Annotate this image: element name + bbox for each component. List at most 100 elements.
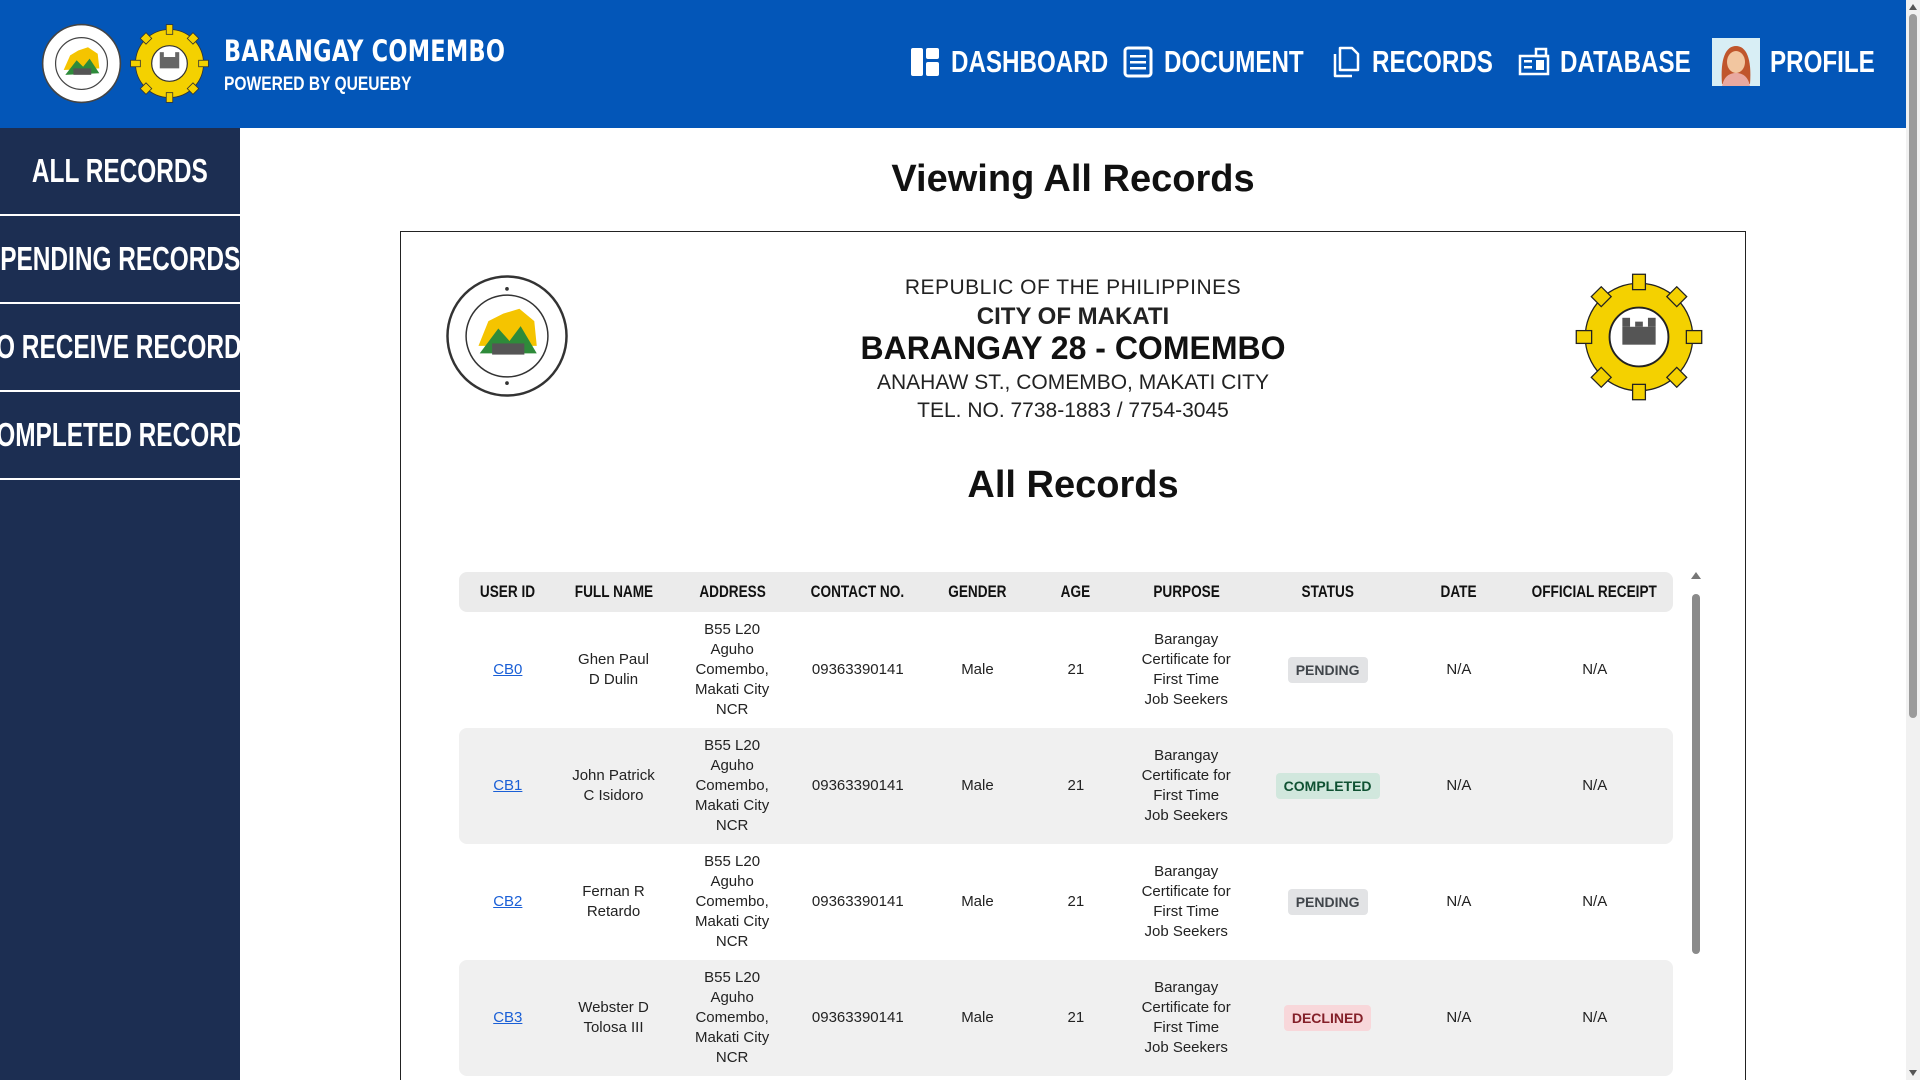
purpose-cell: Barangay Certificate for First Time Job See… <box>1141 631 1231 708</box>
letterhead-tel: TEL. NO. 7738-1883 / 7754-3045 <box>917 399 1229 422</box>
column-header-gender: GENDER <box>921 572 1034 612</box>
database-icon <box>1518 47 1550 76</box>
nav-dashboard-label: DASHBOARD <box>951 44 1109 79</box>
scrollbar-thumb[interactable] <box>1692 594 1700 954</box>
purpose-cell: Barangay Certificate for First Time Job See… <box>1141 863 1231 940</box>
nav-document-label: DOCUMENT <box>1164 44 1304 79</box>
address-cell: B55 L20 Aguho Comembo, Makati City NCR <box>695 621 770 718</box>
table-row: CB3 Webster D Tolosa III B55 L20 Aguho Come… <box>459 960 1673 1076</box>
gender-cell: Male <box>921 960 1034 1076</box>
contact-cell: 09363390141 <box>793 728 922 844</box>
purpose-cell: Barangay Certificate for First Time Job See… <box>1141 979 1231 1056</box>
date-cell: N/A <box>1446 661 1472 678</box>
nav-records-label: RECORDS <box>1372 44 1493 79</box>
records-document: REPUBLIC OF THE PHILIPPINES CITY OF MAKA… <box>400 231 1746 1080</box>
sidebar: ALL RECORDS PENDING RECORDS TO RECEIVE R… <box>0 128 240 1080</box>
user-id-link[interactable]: CB0 <box>493 661 522 678</box>
status-badge: PENDING <box>1287 657 1368 683</box>
sidebar-item-label: ALL RECORDS <box>32 152 208 189</box>
nav-document[interactable]: DOCUMENT <box>1122 38 1343 86</box>
date-cell: N/A <box>1401 960 1517 1076</box>
address-cell: B55 L20 Aguho Comembo, Makati City NCR <box>695 853 770 950</box>
address-cell: B55 L20 Aguho Comembo, Makati City NCR <box>695 969 770 1066</box>
records-heading: All Records <box>967 464 1179 506</box>
user-id-link[interactable]: CB3 <box>493 1009 522 1026</box>
page-title: Viewing All Records <box>891 158 1255 200</box>
scroll-down-arrow-icon[interactable] <box>1909 1070 1917 1076</box>
column-header-purpose: PURPOSE <box>1118 572 1254 612</box>
gender-cell: Male <box>921 728 1034 844</box>
status-badge: PENDING <box>1287 889 1368 915</box>
records-table: USER ID FULL NAME ADDRESS CONTACT NO. GE… <box>459 572 1673 1076</box>
column-header-age: AGE <box>1033 572 1119 612</box>
sidebar-item-pending-records[interactable]: PENDING RECORDS <box>0 216 240 304</box>
column-header-status: STATUS <box>1253 572 1402 612</box>
purpose-cell: Barangay Certificate for First Time Job See… <box>1141 747 1231 824</box>
sidebar-item-to-receive-records[interactable]: TO RECEIVE RECORDS <box>0 304 240 392</box>
brand-subtitle: POWERED BY QUEUEBY <box>224 74 412 95</box>
sidebar-item-all-records[interactable]: ALL RECORDS <box>0 128 240 216</box>
age-cell: 21 <box>1067 893 1085 910</box>
table-row: CB1 John Patrick C Isidoro B55 L20 Aguho Co… <box>459 728 1673 844</box>
comembo-seal-logo <box>130 24 209 103</box>
avatar <box>1712 38 1760 86</box>
scroll-up-arrow-icon[interactable] <box>1909 4 1917 10</box>
official-receipt-cell: N/A <box>1582 661 1608 678</box>
full-name-cell: John Patrick C Isidoro <box>572 767 655 804</box>
table-scrollbar[interactable] <box>1689 572 1703 1080</box>
nav-database[interactable]: DATABASE <box>1518 38 1728 86</box>
date-cell: N/A <box>1446 893 1472 910</box>
top-navbar: BARANGAY COMEMBO POWERED BY QUEUEBY DASH… <box>0 0 1906 128</box>
nav-dashboard[interactable]: DASHBOARD <box>909 38 1153 86</box>
age-cell: 21 <box>1067 661 1085 678</box>
nav-database-label: DATABASE <box>1560 44 1691 79</box>
nav-profile-label: PROFILE <box>1770 44 1875 79</box>
official-receipt-cell: N/A <box>1582 893 1608 910</box>
status-badge: COMPLETED <box>1275 773 1380 799</box>
scrollbar-thumb[interactable] <box>1909 14 1917 718</box>
dashboard-icon <box>911 48 939 76</box>
letterhead-city: CITY OF MAKATI <box>976 303 1170 330</box>
gender-cell: Male <box>961 661 994 678</box>
brand: BARANGAY COMEMBO POWERED BY QUEUEBY <box>224 34 551 98</box>
nav-profile[interactable]: PROFILE <box>1712 38 1904 86</box>
comembo-seal-logo <box>1575 273 1703 401</box>
full-name-cell: Ghen Paul D Dulin <box>578 651 649 688</box>
sidebar-item-label: TO RECEIVE RECORDS <box>0 328 240 365</box>
column-header-user-id: USER ID <box>459 572 557 612</box>
records-table-container[interactable]: USER ID FULL NAME ADDRESS CONTACT NO. GE… <box>443 572 1683 1080</box>
table-row: CB2 Fernan R Retardo B55 L20 Aguho Comembo,… <box>459 844 1673 960</box>
address-cell: B55 L20 Aguho Comembo, Makati City NCR <box>695 737 770 834</box>
sidebar-item-completed-records[interactable]: COMPLETED RECORDS <box>0 392 240 480</box>
user-id-link[interactable]: CB2 <box>493 893 522 910</box>
nav-records[interactable]: RECORDS <box>1330 38 1527 86</box>
full-name-cell: Fernan R Retardo <box>582 883 645 920</box>
sidebar-item-label: COMPLETED RECORDS <box>0 416 240 453</box>
age-cell: 21 <box>1033 728 1119 844</box>
document-icon <box>1123 46 1153 78</box>
scroll-up-arrow-icon[interactable] <box>1691 572 1701 579</box>
contact-cell: 09363390141 <box>811 661 904 678</box>
table-header-row: USER ID FULL NAME ADDRESS CONTACT NO. GE… <box>459 572 1673 612</box>
user-id-link[interactable]: CB1 <box>493 777 522 794</box>
column-header-date: DATE <box>1401 572 1517 612</box>
table-row: CB0 Ghen Paul D Dulin B55 L20 Aguho Comembo… <box>459 612 1673 728</box>
contact-cell: 09363390141 <box>793 960 922 1076</box>
official-receipt-cell: N/A <box>1516 960 1673 1076</box>
sidebar-item-label: PENDING RECORDS <box>0 240 240 277</box>
column-header-contact-no: CONTACT NO. <box>793 572 922 612</box>
letterhead-address: ANAHAW ST., COMEMBO, MAKATI CITY <box>876 371 1270 394</box>
column-header-address: ADDRESS <box>670 572 794 612</box>
contact-cell: 09363390141 <box>811 893 904 910</box>
full-name-cell: Webster D Tolosa III <box>578 999 649 1036</box>
page-scrollbar[interactable] <box>1906 0 1920 1080</box>
gender-cell: Male <box>961 893 994 910</box>
column-header-official-receipt: OFFICIAL RECEIPT <box>1516 572 1673 612</box>
date-cell: N/A <box>1401 728 1517 844</box>
official-receipt-cell: N/A <box>1516 728 1673 844</box>
brand-title: BARANGAY COMEMBO <box>224 34 506 68</box>
column-header-full-name: FULL NAME <box>556 572 671 612</box>
letterhead-barangay: BARANGAY 28 - COMEMBO <box>860 330 1286 366</box>
age-cell: 21 <box>1033 960 1119 1076</box>
status-badge: DECLINED <box>1283 1005 1372 1031</box>
